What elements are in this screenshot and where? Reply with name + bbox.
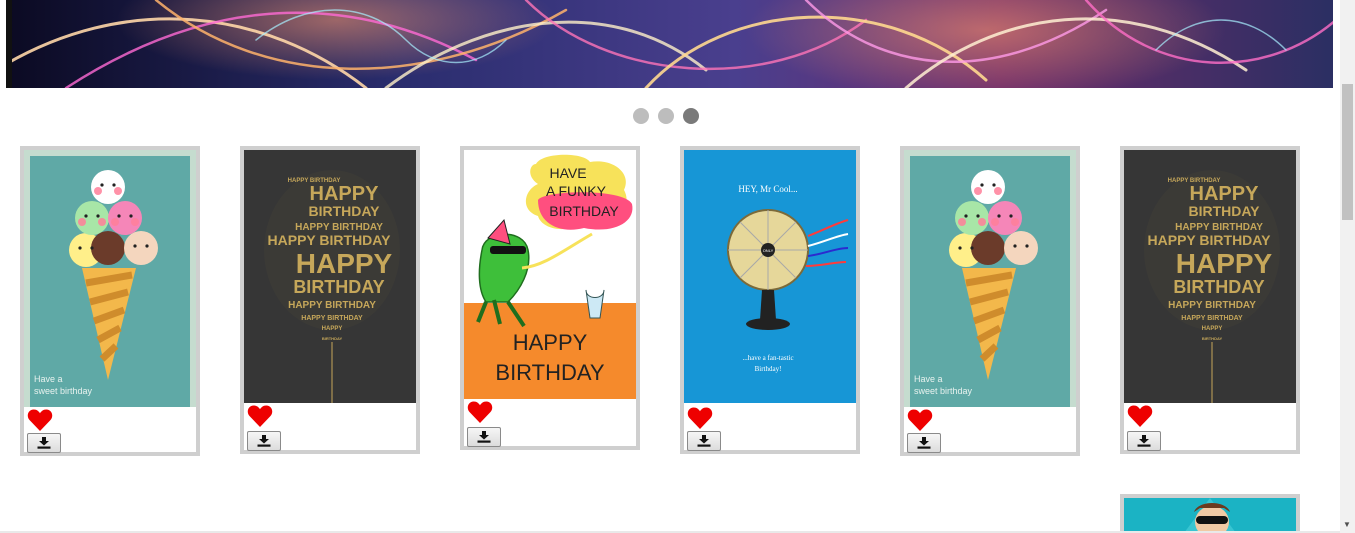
funky-frog-card-image[interactable]: HAVE A FUNKY BIRTHDAY HAPPY BIRTHDAY bbox=[464, 150, 636, 399]
download-button[interactable] bbox=[27, 433, 61, 453]
card-tile[interactable]: HAPPY BIRTHDAY HAPPY BIRTHDAY HAPPY BIRT… bbox=[240, 146, 420, 454]
card-caption-line1: Have a bbox=[914, 374, 943, 384]
download-button[interactable] bbox=[1127, 431, 1161, 451]
card-bottom-line2: BIRTHDAY bbox=[495, 360, 605, 385]
art-text-small: HAPPY BIRTHDAY bbox=[1181, 315, 1243, 322]
card-tile[interactable]: HAVE A FUNKY BIRTHDAY HAPPY BIRTHDAY bbox=[460, 146, 640, 450]
download-button[interactable] bbox=[467, 427, 501, 447]
light-trails-image bbox=[6, 0, 1333, 88]
card-bottom-line2: Birthday! bbox=[755, 365, 782, 373]
mr-cool-fan-card-image[interactable]: HEY, Mr Cool... ONLY ...have a fan-tasti… bbox=[684, 150, 856, 403]
card-bottom-line1: ...have a fan-tastic bbox=[742, 354, 793, 362]
carousel-dot-1[interactable] bbox=[633, 108, 649, 124]
heart-icon[interactable] bbox=[27, 408, 53, 432]
art-text-small: HAPPY BIRTHDAY bbox=[1148, 232, 1272, 248]
art-text-mid: BIRTHDAY bbox=[293, 277, 384, 297]
card-tile[interactable]: Have a sweet birthday bbox=[900, 146, 1080, 456]
card-caption-line2: sweet birthday bbox=[914, 386, 973, 396]
art-text-big: HAPPY bbox=[310, 183, 380, 205]
card-caption-line2: sweet birthday bbox=[34, 386, 93, 396]
download-icon bbox=[257, 435, 271, 447]
download-icon bbox=[477, 431, 491, 443]
heart-icon[interactable] bbox=[467, 400, 493, 424]
art-text-small: HAPPY BIRTHDAY bbox=[1168, 300, 1256, 311]
balloon-typography-card-image[interactable]: HAPPY BIRTHDAY HAPPY BIRTHDAY HAPPY BIRT… bbox=[244, 150, 416, 403]
art-text-mid: BIRTHDAY bbox=[322, 336, 343, 341]
art-text-big: HAPPY bbox=[296, 248, 393, 279]
fan-label: ONLY bbox=[763, 248, 774, 253]
scrollbar-thumb[interactable] bbox=[1342, 84, 1353, 220]
bubble-text-line2: A FUNKY bbox=[546, 183, 607, 199]
scroll-down-arrow-icon[interactable]: ▼ bbox=[1343, 521, 1351, 529]
superhero-card-image[interactable] bbox=[1124, 498, 1296, 533]
heart-icon[interactable] bbox=[907, 408, 933, 432]
hero-banner bbox=[6, 0, 1333, 88]
download-button[interactable] bbox=[907, 433, 941, 453]
card-tile[interactable]: HEY, Mr Cool... ONLY ...have a fan-tasti… bbox=[680, 146, 860, 454]
art-text-mid: BIRTHDAY bbox=[1202, 336, 1223, 341]
download-button[interactable] bbox=[247, 431, 281, 451]
card-top-text: HEY, Mr Cool... bbox=[738, 184, 797, 194]
card-bottom-line1: HAPPY bbox=[513, 330, 588, 355]
card-tile[interactable]: Have a sweet birthday bbox=[20, 146, 200, 456]
carousel-dots bbox=[633, 108, 699, 124]
ice-cream-card-image[interactable]: Have a sweet birthday bbox=[904, 150, 1076, 407]
carousel-dot-3[interactable] bbox=[683, 108, 699, 124]
art-text-big: HAPPY bbox=[322, 326, 343, 332]
ice-cream-card-image[interactable]: Have a sweet birthday bbox=[24, 150, 196, 407]
bubble-text-line1: HAVE bbox=[549, 165, 586, 181]
art-text-mid: BIRTHDAY bbox=[1173, 277, 1264, 297]
art-text-small: HAPPY BIRTHDAY bbox=[301, 315, 363, 322]
heart-icon[interactable] bbox=[247, 404, 273, 428]
download-icon bbox=[697, 435, 711, 447]
download-icon bbox=[37, 437, 51, 449]
art-text-small: HAPPY BIRTHDAY bbox=[288, 300, 376, 311]
art-text-big: HAPPY bbox=[1202, 326, 1223, 332]
page: Have a sweet birthday HAPPY BIRTHDAY HAP… bbox=[0, 0, 1355, 533]
download-button[interactable] bbox=[687, 431, 721, 451]
art-text-small: HAPPY BIRTHDAY bbox=[268, 232, 392, 248]
vertical-scrollbar[interactable]: ▼ bbox=[1340, 0, 1355, 533]
art-text-big: HAPPY bbox=[1190, 183, 1260, 205]
download-icon bbox=[1137, 435, 1151, 447]
card-tile[interactable] bbox=[1120, 494, 1300, 533]
heart-icon[interactable] bbox=[687, 406, 713, 430]
carousel-dot-2[interactable] bbox=[658, 108, 674, 124]
art-text-mid: BIRTHDAY bbox=[1188, 203, 1260, 219]
hero-edge bbox=[6, 0, 12, 88]
heart-icon[interactable] bbox=[1127, 404, 1153, 428]
balloon-typography-card-image[interactable]: HAPPY BIRTHDAY HAPPY BIRTHDAY HAPPY BIRT… bbox=[1124, 150, 1296, 403]
card-tile[interactable]: HAPPY BIRTHDAY HAPPY BIRTHDAY HAPPY BIRT… bbox=[1120, 146, 1300, 454]
art-text-big: HAPPY bbox=[1176, 248, 1273, 279]
bubble-text-line3: BIRTHDAY bbox=[549, 203, 619, 219]
download-icon bbox=[917, 437, 931, 449]
card-caption-line1: Have a bbox=[34, 374, 63, 384]
art-text-mid: BIRTHDAY bbox=[308, 203, 380, 219]
